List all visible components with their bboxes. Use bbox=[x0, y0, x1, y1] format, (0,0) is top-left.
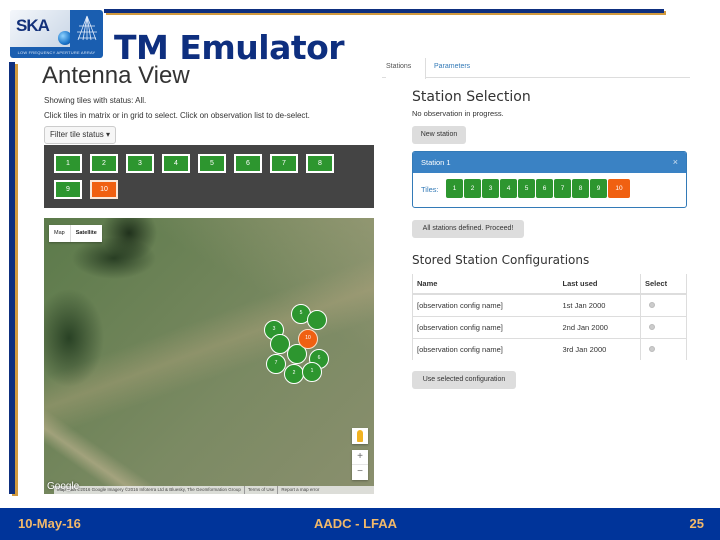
stored-configurations-title: Stored Station Configurations bbox=[412, 253, 590, 267]
config-select-cell bbox=[640, 315, 687, 338]
station-name: Station 1 bbox=[421, 158, 451, 167]
tile-matrix: 1 2 3 4 5 6 7 8 9 10 bbox=[44, 145, 374, 208]
tile-marker-selected[interactable]: 10 bbox=[298, 329, 318, 349]
footer-center: AADC - LFAA bbox=[314, 516, 398, 531]
zoom-control: + − bbox=[352, 450, 368, 480]
map-attribution: Map data ©2016 Google Imagery ©2016 Info… bbox=[54, 486, 374, 494]
logo-text: SKA bbox=[16, 16, 50, 35]
matrix-tile[interactable]: 3 bbox=[126, 154, 154, 173]
station-tile[interactable]: 6 bbox=[536, 179, 553, 198]
matrix-tile[interactable]: 2 bbox=[90, 154, 118, 173]
tab-bar: Stations Parameters bbox=[382, 58, 690, 79]
map-type-map[interactable]: Map bbox=[49, 225, 70, 242]
new-station-button[interactable]: New station bbox=[412, 126, 466, 144]
matrix-tile[interactable]: 1 bbox=[54, 154, 82, 173]
config-name: [observation config name] bbox=[412, 315, 559, 338]
map-type-satellite[interactable]: Satellite bbox=[69, 225, 102, 242]
configurations-table: Name Last used Select [observation confi… bbox=[412, 274, 687, 360]
status-line: Showing tiles with status: All. bbox=[44, 96, 147, 105]
page-number: 25 bbox=[689, 516, 704, 531]
config-name: [observation config name] bbox=[412, 337, 559, 360]
tab-parameters[interactable]: Parameters bbox=[434, 58, 470, 79]
ska-logo: SKA LOW FREQUENCY APERTURE ARRAY bbox=[10, 10, 103, 58]
station-selection-title: Station Selection bbox=[412, 89, 531, 105]
table-header-row: Name Last used Select bbox=[412, 274, 687, 295]
terms-link[interactable]: Terms of Use bbox=[243, 486, 278, 494]
report-error-link[interactable]: Report a map error bbox=[277, 486, 322, 494]
street-view-button[interactable] bbox=[352, 428, 368, 444]
map-type-control: Map Satellite bbox=[49, 225, 102, 242]
select-radio[interactable] bbox=[649, 323, 655, 330]
matrix-tile[interactable]: 9 bbox=[54, 180, 82, 199]
station-tile[interactable]: 9 bbox=[590, 179, 607, 198]
station-tile[interactable]: 2 bbox=[464, 179, 481, 198]
station-tile[interactable]: 1 bbox=[446, 179, 463, 198]
logo-tagline: LOW FREQUENCY APERTURE ARRAY bbox=[10, 47, 103, 58]
footer-date: 10-May-16 bbox=[18, 516, 81, 531]
matrix-tile[interactable]: 7 bbox=[270, 154, 298, 173]
config-select-cell bbox=[640, 337, 687, 360]
pegman-icon bbox=[357, 430, 363, 442]
select-radio[interactable] bbox=[649, 301, 655, 308]
station-tiles: Tiles: 1 2 3 4 5 6 7 8 9 10 bbox=[413, 173, 686, 207]
station-tile[interactable]: 8 bbox=[572, 179, 589, 198]
table-row[interactable]: [observation config name] 2nd Jan 2000 bbox=[412, 315, 687, 338]
matrix-tile[interactable]: 6 bbox=[234, 154, 262, 173]
slide: SKA LOW FREQUENCY APERTURE ARRAY TM Emul… bbox=[0, 0, 720, 540]
use-selected-configuration-button[interactable]: Use selected configuration bbox=[412, 371, 516, 389]
select-radio[interactable] bbox=[649, 345, 655, 352]
top-accent-bar-blue bbox=[104, 9, 664, 13]
matrix-tile[interactable]: 10 bbox=[90, 180, 118, 199]
config-last-used: 2nd Jan 2000 bbox=[558, 315, 641, 338]
caret-down-icon: ▾ bbox=[106, 130, 111, 139]
config-select-cell bbox=[640, 293, 687, 316]
close-icon[interactable]: × bbox=[673, 152, 678, 173]
station-tile[interactable]: 10 bbox=[608, 179, 630, 198]
zoom-in-button[interactable]: + bbox=[352, 450, 368, 465]
table-row[interactable]: [observation config name] 3rd Jan 2000 bbox=[412, 337, 687, 360]
tile-marker[interactable] bbox=[307, 310, 327, 330]
station-panel-header: Station 1 × bbox=[413, 152, 686, 173]
tiles-label: Tiles: bbox=[421, 185, 439, 194]
tile-marker[interactable]: 2 bbox=[284, 364, 304, 384]
column-header-select: Select bbox=[640, 274, 687, 295]
tile-marker[interactable]: 7 bbox=[266, 354, 286, 374]
matrix-tile[interactable]: 5 bbox=[198, 154, 226, 173]
station-tile[interactable]: 5 bbox=[518, 179, 535, 198]
zoom-out-button[interactable]: − bbox=[352, 465, 368, 480]
proceed-button[interactable]: All stations defined. Proceed! bbox=[412, 220, 524, 238]
slide-footer: 10-May-16 AADC - LFAA 25 bbox=[0, 508, 720, 540]
instructions: Click tiles in matrix or in grid to sele… bbox=[44, 111, 310, 120]
column-header-name: Name bbox=[412, 274, 559, 295]
matrix-tile[interactable]: 4 bbox=[162, 154, 190, 173]
matrix-tile[interactable]: 8 bbox=[306, 154, 334, 173]
attribution-text: Map data ©2016 Google Imagery ©2016 Info… bbox=[57, 487, 241, 492]
config-last-used: 3rd Jan 2000 bbox=[558, 337, 641, 360]
google-logo: Google bbox=[47, 481, 80, 492]
column-header-last-used: Last used bbox=[558, 274, 641, 295]
tile-marker[interactable]: 1 bbox=[302, 362, 322, 382]
antenna-view-title: Antenna View bbox=[42, 62, 190, 89]
antenna-icon bbox=[77, 15, 97, 41]
config-name: [observation config name] bbox=[412, 293, 559, 316]
table-row[interactable]: [observation config name] 1st Jan 2000 bbox=[412, 293, 687, 316]
station-tile[interactable]: 7 bbox=[554, 179, 571, 198]
station-panel: Station 1 × Tiles: 1 2 3 4 5 6 7 8 9 10 bbox=[412, 151, 687, 208]
left-accent-bar-blue bbox=[9, 62, 15, 494]
observation-status: No observation in progress. bbox=[412, 109, 504, 118]
filter-tile-status-button[interactable]: Filter tile status ▾ bbox=[44, 126, 116, 144]
config-last-used: 1st Jan 2000 bbox=[558, 293, 641, 316]
station-tile[interactable]: 3 bbox=[482, 179, 499, 198]
station-tile[interactable]: 4 bbox=[500, 179, 517, 198]
satellite-map[interactable]: Map Satellite + − Map data ©2016 Google … bbox=[44, 218, 374, 494]
tab-stations[interactable]: Stations bbox=[386, 58, 426, 79]
